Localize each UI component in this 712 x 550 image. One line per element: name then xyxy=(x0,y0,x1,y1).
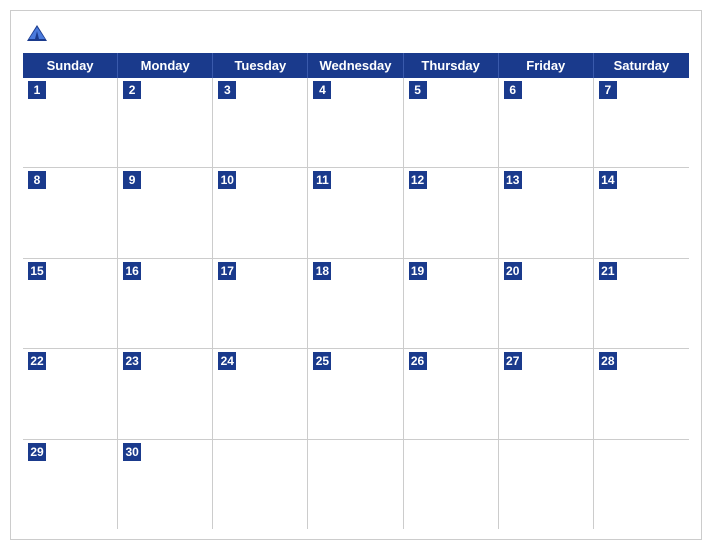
weeks: 1234567891011121314151617181920212223242… xyxy=(23,78,689,529)
day-cell-9: 9 xyxy=(118,168,213,257)
day-cell-28: 28 xyxy=(594,349,689,438)
header-monday: Monday xyxy=(118,53,213,78)
day-num-26: 26 xyxy=(409,352,427,370)
day-cell-32 xyxy=(308,440,403,529)
day-cell-13: 13 xyxy=(499,168,594,257)
day-num-22: 22 xyxy=(28,352,46,370)
day-num-3: 3 xyxy=(218,81,236,99)
day-num-25: 25 xyxy=(313,352,331,370)
day-cell-26: 26 xyxy=(404,349,499,438)
calendar: Sunday Monday Tuesday Wednesday Thursday… xyxy=(10,10,702,540)
day-cell-35 xyxy=(594,440,689,529)
day-cell-10: 10 xyxy=(213,168,308,257)
day-cell-18: 18 xyxy=(308,259,403,348)
header-thursday: Thursday xyxy=(404,53,499,78)
day-cell-19: 19 xyxy=(404,259,499,348)
day-num-11: 11 xyxy=(313,171,331,189)
day-cell-1: 1 xyxy=(23,78,118,167)
day-num-29: 29 xyxy=(28,443,46,461)
day-num-6: 6 xyxy=(504,81,522,99)
day-cell-21: 21 xyxy=(594,259,689,348)
day-cell-20: 20 xyxy=(499,259,594,348)
day-cell-15: 15 xyxy=(23,259,118,348)
week-row-4: 22 23 24 25 26 27 28 xyxy=(23,349,689,439)
day-cell-12: 12 xyxy=(404,168,499,257)
day-cell-34 xyxy=(499,440,594,529)
day-cell-22: 22 xyxy=(23,349,118,438)
day-num-30: 30 xyxy=(123,443,141,461)
day-cell-27: 27 xyxy=(499,349,594,438)
day-num-14: 14 xyxy=(599,171,617,189)
day-num-13: 13 xyxy=(504,171,522,189)
day-num-4: 4 xyxy=(313,81,331,99)
day-num-7: 7 xyxy=(599,81,617,99)
day-cell-14: 14 xyxy=(594,168,689,257)
day-cell-16: 16 xyxy=(118,259,213,348)
day-cell-7: 7 xyxy=(594,78,689,167)
day-num-2: 2 xyxy=(123,81,141,99)
day-cell-6: 6 xyxy=(499,78,594,167)
day-num-15: 15 xyxy=(28,262,46,280)
day-cell-2: 2 xyxy=(118,78,213,167)
day-cell-30: 30 xyxy=(118,440,213,529)
day-num-19: 19 xyxy=(409,262,427,280)
day-num-21: 21 xyxy=(599,262,617,280)
logo-icon xyxy=(23,21,51,49)
day-headers: Sunday Monday Tuesday Wednesday Thursday… xyxy=(23,53,689,78)
week-row-2: 8 9 10 11 12 13 14 xyxy=(23,168,689,258)
week-row-5: 29 30 xyxy=(23,440,689,529)
day-cell-4: 4 xyxy=(308,78,403,167)
day-num-16: 16 xyxy=(123,262,141,280)
header-wednesday: Wednesday xyxy=(308,53,403,78)
day-num-23: 23 xyxy=(123,352,141,370)
day-cell-5: 5 xyxy=(404,78,499,167)
day-num-27: 27 xyxy=(504,352,522,370)
week-row-3: 15 16 17 18 19 20 21 xyxy=(23,259,689,349)
day-num-24: 24 xyxy=(218,352,236,370)
day-cell-33 xyxy=(404,440,499,529)
day-cell-17: 17 xyxy=(213,259,308,348)
day-cell-24: 24 xyxy=(213,349,308,438)
day-num-9: 9 xyxy=(123,171,141,189)
day-num-12: 12 xyxy=(409,171,427,189)
header-saturday: Saturday xyxy=(594,53,689,78)
header-sunday: Sunday xyxy=(23,53,118,78)
day-cell-25: 25 xyxy=(308,349,403,438)
day-cell-31 xyxy=(213,440,308,529)
header-tuesday: Tuesday xyxy=(213,53,308,78)
day-num-5: 5 xyxy=(409,81,427,99)
day-num-20: 20 xyxy=(504,262,522,280)
day-num-17: 17 xyxy=(218,262,236,280)
day-num-8: 8 xyxy=(28,171,46,189)
day-num-18: 18 xyxy=(313,262,331,280)
day-cell-3: 3 xyxy=(213,78,308,167)
day-num-10: 10 xyxy=(218,171,236,189)
header-friday: Friday xyxy=(499,53,594,78)
calendar-header xyxy=(23,21,689,49)
day-num-28: 28 xyxy=(599,352,617,370)
day-cell-11: 11 xyxy=(308,168,403,257)
logo xyxy=(23,21,55,49)
calendar-grid: Sunday Monday Tuesday Wednesday Thursday… xyxy=(23,53,689,529)
day-cell-23: 23 xyxy=(118,349,213,438)
day-num-1: 1 xyxy=(28,81,46,99)
week-row-1: 1 2 3 4 5 6 7 xyxy=(23,78,689,168)
day-cell-29: 29 xyxy=(23,440,118,529)
day-cell-8: 8 xyxy=(23,168,118,257)
